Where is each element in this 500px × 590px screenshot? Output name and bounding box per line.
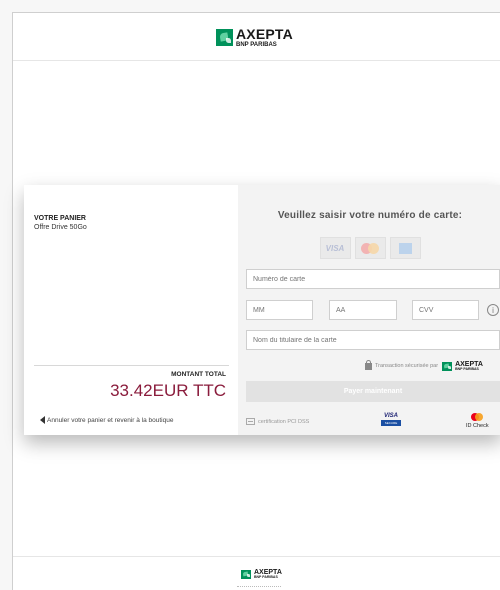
cart-divider [34, 365, 229, 366]
bnp-leaf-icon [216, 29, 233, 46]
pci-certification: certification PCI DSS [246, 418, 309, 425]
brand-subname-small: BNP PARIBAS [455, 367, 479, 371]
amex-logo [389, 237, 421, 259]
cart-item: Offre Drive 50Go [34, 224, 87, 231]
card-logos: VISA [238, 237, 500, 259]
secure-transaction-note: Transaction sécurisée par AXEPTA BNP PAR… [365, 359, 483, 372]
visa-secure-bottom: SECURE [381, 420, 401, 426]
chevron-left-icon [40, 416, 45, 424]
cart-title: VOTRE PANIER [34, 215, 86, 222]
visa-logo: VISA [319, 237, 351, 259]
mastercard-id-check-badge: ID Check [466, 413, 489, 429]
expiry-year-input[interactable] [329, 300, 397, 320]
expiry-month-input[interactable] [246, 300, 313, 320]
cardholder-name-input[interactable] [246, 330, 500, 350]
axepta-small-logo: AXEPTA BNP PARIBAS [442, 361, 483, 372]
total-label: MONTANT TOTAL [171, 371, 226, 378]
cancel-link-label: Annuler votre panier et revenir à la bou… [47, 416, 174, 424]
visa-secure-badge: VISA SECURE [380, 413, 402, 430]
certificate-icon [246, 418, 255, 425]
pay-now-button[interactable]: Payer maintenant [246, 381, 500, 402]
checkout-card: VOTRE PANIER Offre Drive 50Go MONTANT TO… [24, 185, 500, 435]
browser-frame: AXEPTA BNP PARIBAS VOTRE PANIER Offre Dr… [0, 0, 500, 590]
info-icon[interactable]: i [487, 304, 499, 316]
cvv-input[interactable] [412, 300, 479, 320]
bnp-leaf-icon [442, 361, 453, 371]
id-check-label: ID Check [466, 423, 489, 429]
visa-secure-top: VISA [383, 413, 398, 419]
total-amount: 33.42EUR TTC [110, 381, 226, 400]
page-header: AXEPTA BNP PARIBAS [13, 13, 500, 61]
cart-panel: VOTRE PANIER Offre Drive 50Go MONTANT TO… [24, 185, 238, 435]
lock-icon [365, 359, 372, 370]
payment-page: AXEPTA BNP PARIBAS VOTRE PANIER Offre Dr… [12, 12, 500, 590]
cancel-cart-link[interactable]: Annuler votre panier et revenir à la bou… [40, 416, 173, 424]
brand-subname: BNP PARIBAS [236, 42, 277, 48]
axepta-logo: AXEPTA BNP PARIBAS [216, 27, 293, 48]
mastercard-icon [471, 413, 484, 421]
payment-panel: Veuillez saisir votre numéro de carte: V… [238, 185, 500, 435]
brand-subname-footer: BNP PARIBAS [254, 575, 278, 579]
axepta-footer-logo: AXEPTA BNP PARIBAS [241, 569, 282, 580]
footer-divider [13, 556, 500, 557]
payment-title: Veuillez saisir votre numéro de carte: [277, 210, 463, 221]
mastercard-logo [354, 237, 386, 259]
brand-name: AXEPTA [236, 26, 293, 42]
bnp-leaf-icon [241, 569, 251, 579]
footer-dots [237, 586, 281, 588]
visa-label: VISA [325, 243, 345, 253]
secure-text: Transaction sécurisée par [375, 363, 439, 370]
card-number-input[interactable] [246, 269, 500, 289]
pci-text: certification PCI DSS [258, 418, 310, 425]
